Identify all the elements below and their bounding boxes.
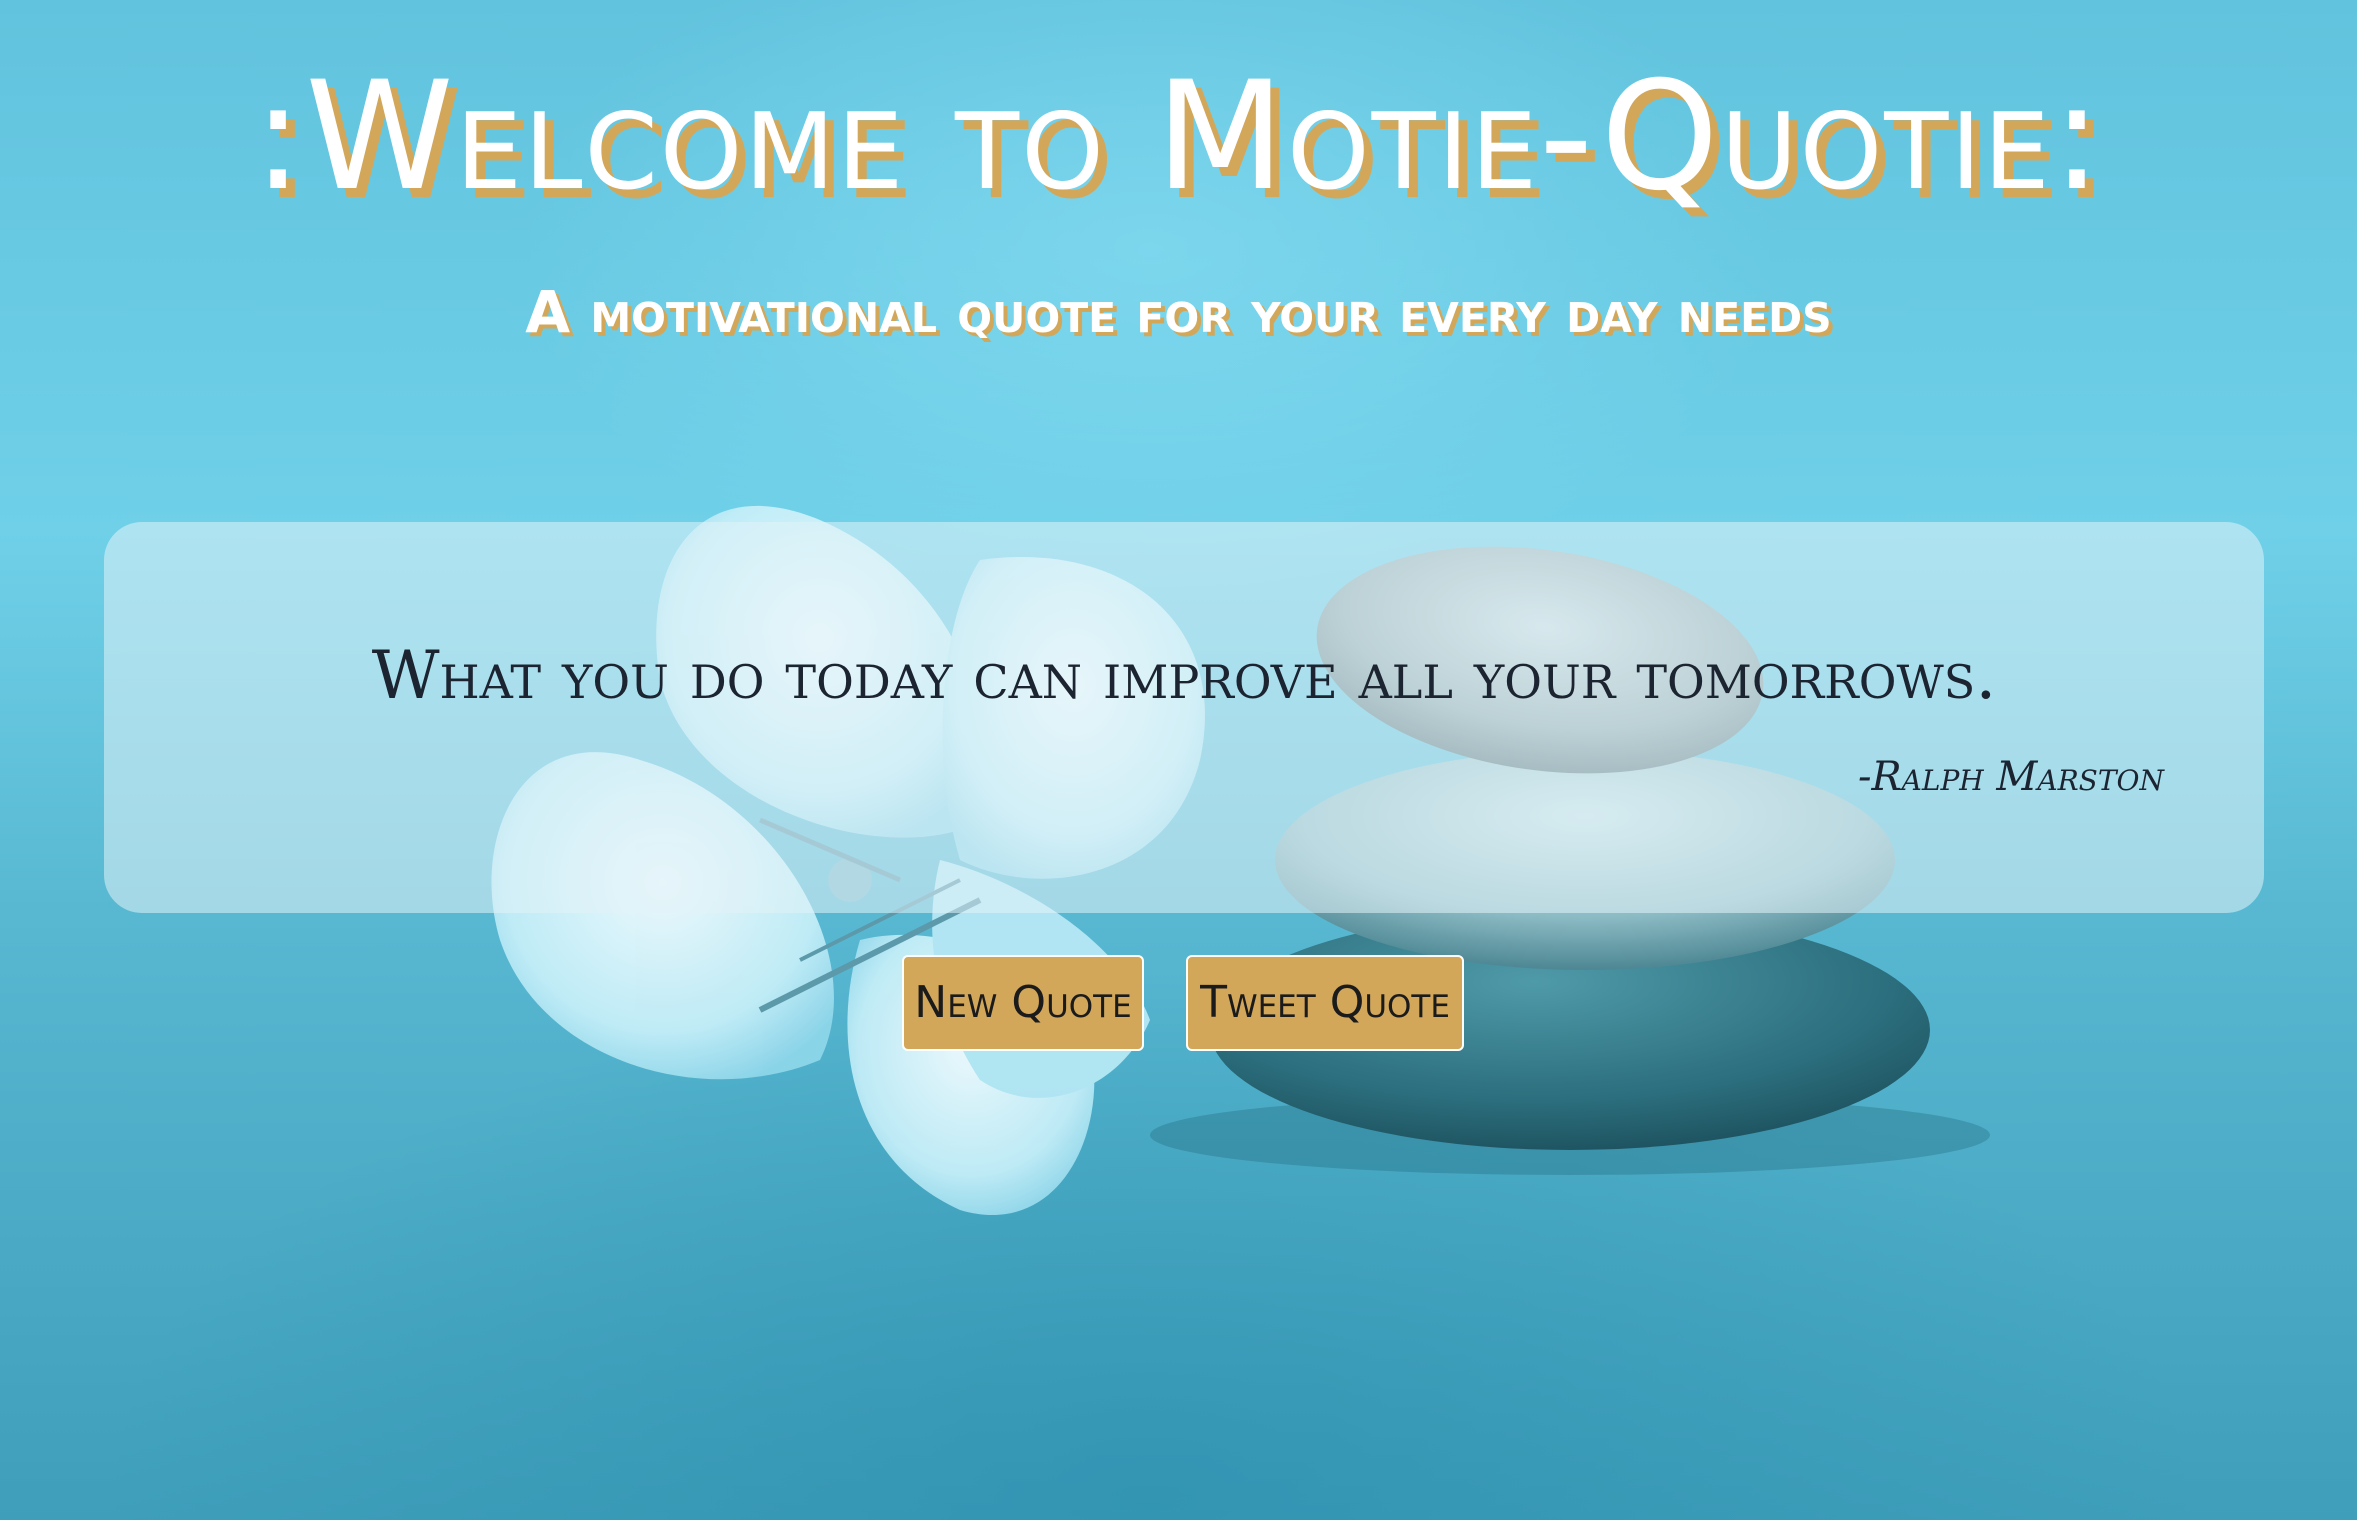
new-quote-button[interactable]: New Quote — [902, 955, 1144, 1051]
quote-text: What you do today can improve all your t… — [371, 637, 1997, 714]
page-title: :Welcome to Motie-Quotie: — [252, 50, 2105, 224]
page-subtitle: A motivational quote for your every day … — [525, 278, 1832, 346]
quote-card: What you do today can improve all your t… — [104, 522, 2264, 913]
quote-author: -Ralph Marston — [1858, 754, 2164, 800]
tweet-quote-button[interactable]: Tweet Quote — [1186, 955, 1464, 1051]
